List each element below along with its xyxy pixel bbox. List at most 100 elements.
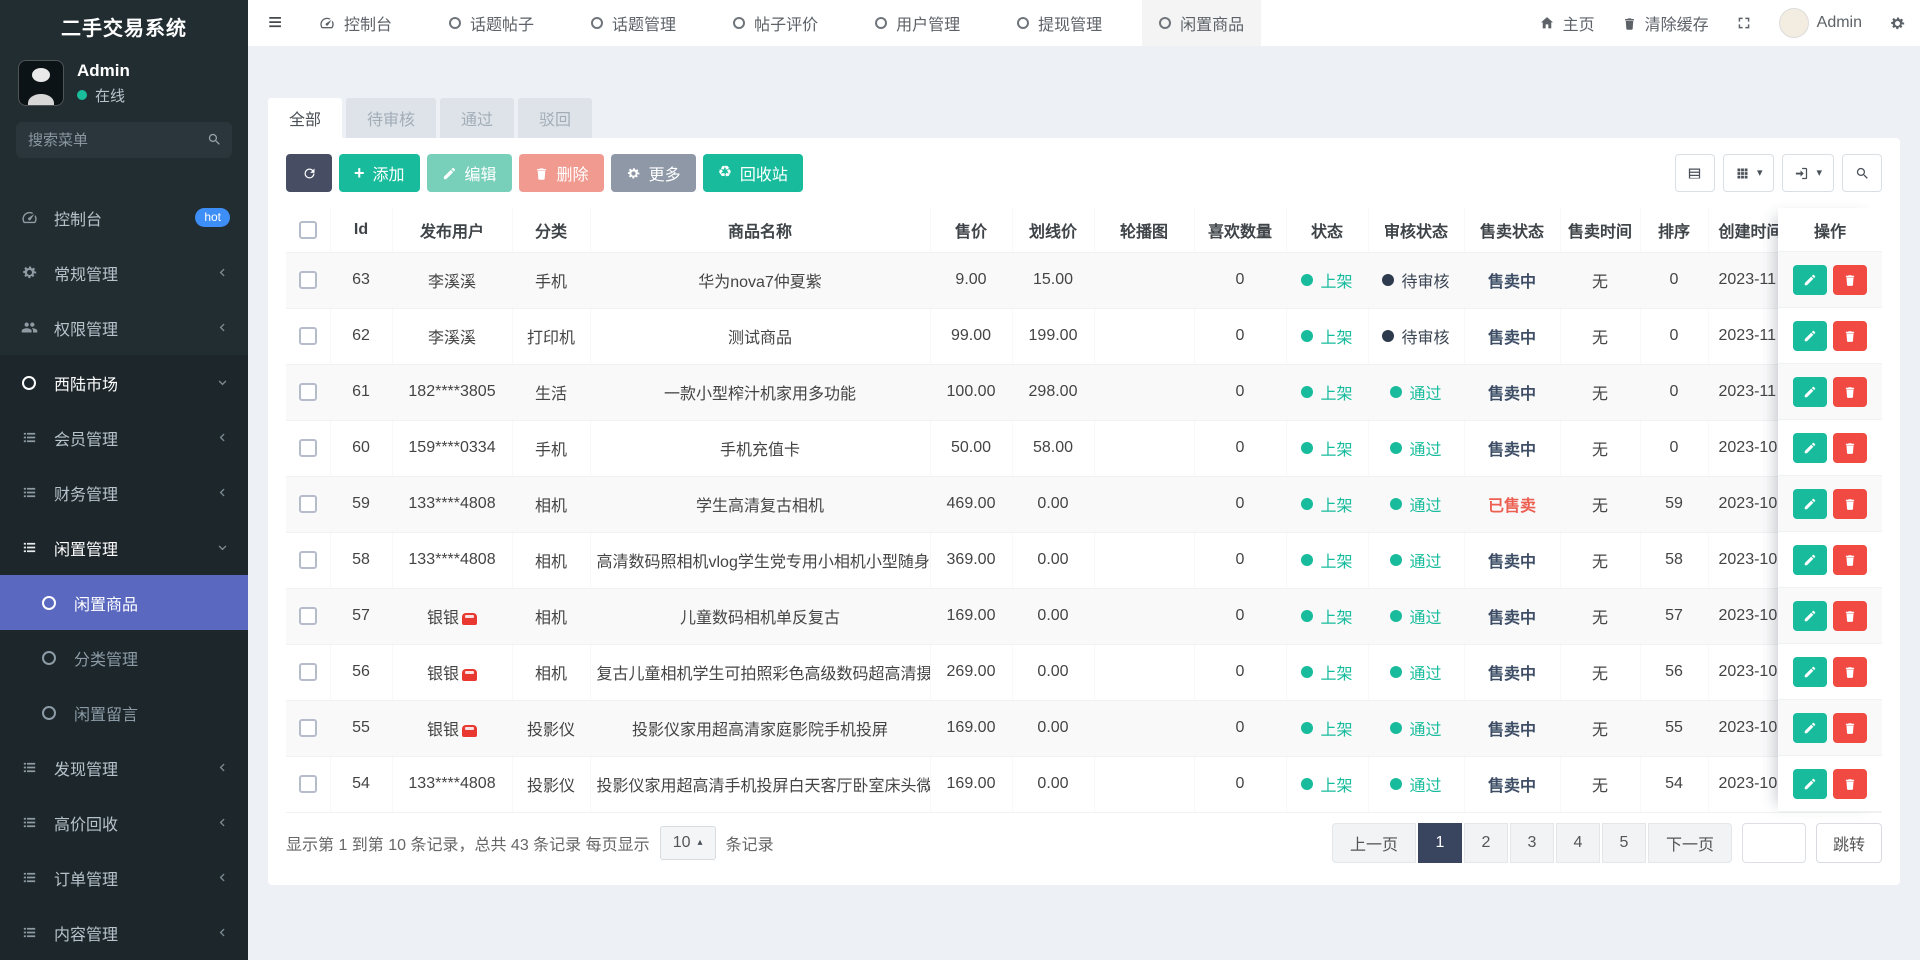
row-edit-button[interactable] <box>1793 769 1827 799</box>
row-delete-button[interactable] <box>1833 321 1867 351</box>
row-checkbox[interactable] <box>299 775 317 793</box>
home-link[interactable]: 主页 <box>1539 11 1595 35</box>
row-delete-button[interactable] <box>1833 713 1867 743</box>
row-edit-button[interactable] <box>1793 601 1827 631</box>
row-checkbox[interactable] <box>299 327 317 345</box>
filter-tab-pending[interactable]: 待审核 <box>346 98 436 138</box>
column-header[interactable]: 售价 <box>930 208 1012 252</box>
sidebar-item-dashboard[interactable]: 控制台hot <box>0 190 248 245</box>
row-edit-button[interactable] <box>1793 433 1827 463</box>
topnav-tab-withdraw[interactable]: 提现管理 <box>1000 0 1119 46</box>
sidebar-item-general[interactable]: 常规管理 <box>0 245 248 300</box>
row-checkbox[interactable] <box>299 663 317 681</box>
hamburger-icon[interactable]: ≡ <box>248 11 302 35</box>
row-delete-button[interactable] <box>1833 433 1867 463</box>
row-checkbox[interactable] <box>299 719 317 737</box>
sidebar-item-market[interactable]: 西陆市场 <box>0 355 248 410</box>
topnav-tab-dashboard[interactable]: 控制台 <box>302 0 409 46</box>
row-edit-button[interactable] <box>1793 377 1827 407</box>
row-checkbox[interactable] <box>299 551 317 569</box>
topnav-tab-user-manage[interactable]: 用户管理 <box>858 0 977 46</box>
column-header[interactable]: 排序 <box>1640 208 1708 252</box>
sidebar-item-order[interactable]: 订单管理 <box>0 850 248 905</box>
column-header[interactable]: Id <box>330 208 392 252</box>
settings-button[interactable] <box>1889 15 1906 32</box>
row-delete-button[interactable] <box>1833 657 1867 687</box>
prev-page-button[interactable]: 上一页 <box>1332 823 1416 863</box>
column-header[interactable]: 划线价 <box>1012 208 1094 252</box>
jump-page-input[interactable] <box>1742 823 1806 863</box>
row-delete-button[interactable] <box>1833 377 1867 407</box>
sidebar-item-category[interactable]: 分类管理 <box>0 630 248 685</box>
page-2[interactable]: 2 <box>1464 823 1508 863</box>
topnav-tab-topic-posts[interactable]: 话题帖子 <box>432 0 551 46</box>
columns-button[interactable]: ▾ <box>1723 154 1775 192</box>
row-checkbox[interactable] <box>299 439 317 457</box>
fullscreen-button[interactable] <box>1736 15 1752 31</box>
view-toggle-button[interactable] <box>1675 154 1715 192</box>
delete-button[interactable]: 删除 <box>519 154 604 192</box>
sidebar-item-idle-message[interactable]: 闲置留言 <box>0 685 248 740</box>
more-button[interactable]: 更多 <box>611 154 696 192</box>
page-3[interactable]: 3 <box>1510 823 1554 863</box>
row-checkbox[interactable] <box>299 607 317 625</box>
sidebar-item-high-recycle[interactable]: 高价回收 <box>0 795 248 850</box>
topnav-tab-topic-manage[interactable]: 话题管理 <box>574 0 693 46</box>
row-edit-button[interactable] <box>1793 657 1827 687</box>
column-header[interactable]: 审核状态 <box>1368 208 1464 252</box>
row-checkbox[interactable] <box>299 383 317 401</box>
row-edit-button[interactable] <box>1793 265 1827 295</box>
column-header[interactable]: 售卖时间 <box>1560 208 1640 252</box>
clear-cache-link[interactable]: 清除缓存 <box>1622 11 1709 35</box>
filter-tab-reject[interactable]: 驳回 <box>518 98 592 138</box>
row-delete-button[interactable] <box>1833 769 1867 799</box>
page-4[interactable]: 4 <box>1556 823 1600 863</box>
row-edit-button[interactable] <box>1793 489 1827 519</box>
row-edit-button[interactable] <box>1793 321 1827 351</box>
row-delete-button[interactable] <box>1833 489 1867 519</box>
brand[interactable]: 二手交易系统 <box>0 0 248 52</box>
edit-button[interactable]: 编辑 <box>427 154 512 192</box>
jump-button[interactable]: 跳转 <box>1816 823 1882 863</box>
cell-checkbox <box>286 308 330 364</box>
search-button[interactable] <box>1842 154 1882 192</box>
sidebar-item-content[interactable]: 内容管理 <box>0 905 248 960</box>
sidebar-item-finance[interactable]: 财务管理 <box>0 465 248 520</box>
column-header[interactable]: 售卖状态 <box>1464 208 1560 252</box>
add-button[interactable]: +添加 <box>339 154 420 192</box>
filter-tab-pass[interactable]: 通过 <box>440 98 514 138</box>
sidebar-item-discover[interactable]: 发现管理 <box>0 740 248 795</box>
select-all-checkbox[interactable] <box>299 221 317 239</box>
refresh-button[interactable] <box>286 154 332 192</box>
sidebar-item-idle[interactable]: 闲置管理 <box>0 520 248 575</box>
export-button[interactable]: ▾ <box>1782 154 1834 192</box>
topnav-tab-post-review[interactable]: 帖子评价 <box>716 0 835 46</box>
row-checkbox[interactable] <box>299 495 317 513</box>
filter-tab-all[interactable]: 全部 <box>268 98 342 138</box>
row-delete-button[interactable] <box>1833 601 1867 631</box>
column-header[interactable]: 轮播图 <box>1094 208 1194 252</box>
avatar[interactable] <box>18 60 64 106</box>
column-header[interactable]: 喜欢数量 <box>1194 208 1286 252</box>
page-size-select[interactable]: 10 ▴ <box>660 826 716 860</box>
column-header[interactable]: 商品名称 <box>590 208 930 252</box>
search-icon[interactable] <box>207 132 222 147</box>
row-edit-button[interactable] <box>1793 713 1827 743</box>
next-page-button[interactable]: 下一页 <box>1648 823 1732 863</box>
user-menu[interactable]: Admin <box>1779 8 1862 38</box>
row-checkbox[interactable] <box>299 271 317 289</box>
page-1[interactable]: 1 <box>1418 823 1462 863</box>
menu-search-input[interactable] <box>16 122 232 158</box>
column-header[interactable]: 分类 <box>512 208 590 252</box>
row-edit-button[interactable] <box>1793 545 1827 575</box>
page-5[interactable]: 5 <box>1602 823 1646 863</box>
sidebar-item-auth[interactable]: 权限管理 <box>0 300 248 355</box>
column-header[interactable]: 发布用户 <box>392 208 512 252</box>
row-delete-button[interactable] <box>1833 265 1867 295</box>
sidebar-item-idle-goods[interactable]: 闲置商品 <box>0 575 248 630</box>
column-header[interactable]: 状态 <box>1286 208 1368 252</box>
row-delete-button[interactable] <box>1833 545 1867 575</box>
recycle-bin-button[interactable]: ♻回收站 <box>703 154 803 192</box>
sidebar-item-member[interactable]: 会员管理 <box>0 410 248 465</box>
topnav-tab-idle-goods[interactable]: 闲置商品 <box>1142 0 1261 46</box>
